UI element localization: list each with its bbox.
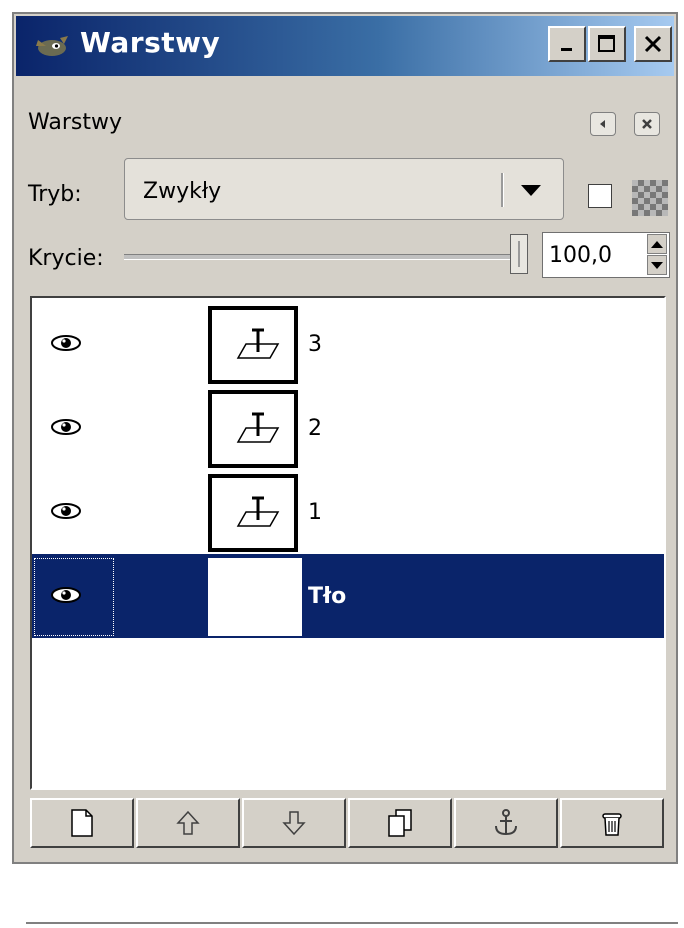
minimize-icon <box>561 48 572 51</box>
layer-row-selected[interactable]: Tło <box>32 554 664 638</box>
duplicate-icon <box>388 809 412 837</box>
mode-value: Zwykły <box>143 179 222 204</box>
gimp-wilber-icon <box>36 36 68 56</box>
maximize-icon <box>598 35 615 52</box>
duplicate-layer-button[interactable] <box>348 798 452 848</box>
new-layer-icon <box>71 809 93 837</box>
spin-up-button[interactable] <box>647 234 667 254</box>
layer-thumbnail[interactable] <box>208 390 298 468</box>
raise-layer-button[interactable] <box>136 798 240 848</box>
layers-dock: Warstwy Tryb: Zwykły Krycie: 100,0 3 2 1… <box>20 86 678 924</box>
text-layer-icon <box>236 412 280 443</box>
close-button[interactable] <box>634 26 672 62</box>
lower-layer-button[interactable] <box>242 798 346 848</box>
spin-down-button[interactable] <box>647 255 667 275</box>
arrow-down-icon <box>282 811 306 836</box>
layer-name[interactable]: 3 <box>308 332 322 357</box>
layer-row[interactable]: 2 <box>32 386 664 470</box>
opacity-spinbox[interactable]: 100,0 <box>542 232 670 278</box>
tab-menu-icon <box>600 120 605 128</box>
eye-icon[interactable] <box>50 500 82 522</box>
tab-menu-button[interactable] <box>590 112 616 136</box>
eye-icon[interactable] <box>50 416 82 438</box>
eye-icon[interactable] <box>50 584 82 606</box>
text-layer-icon <box>236 328 280 359</box>
layer-row[interactable]: 3 <box>32 302 664 386</box>
layer-name[interactable]: 2 <box>308 416 322 441</box>
new-layer-button[interactable] <box>30 798 134 848</box>
anchor-icon <box>495 809 517 836</box>
chevron-down-icon <box>521 185 541 196</box>
maximize-button[interactable] <box>588 26 626 62</box>
layer-thumbnail[interactable] <box>208 474 298 552</box>
layer-name[interactable]: Tło <box>308 584 346 609</box>
layers-list[interactable]: 3 2 1 Tło <box>30 296 666 790</box>
arrow-up-icon <box>651 240 663 248</box>
layer-toolbar <box>30 798 666 848</box>
text-layer-icon <box>236 496 280 527</box>
anchor-layer-button[interactable] <box>454 798 558 848</box>
dropdown-separator <box>501 173 504 207</box>
opacity-label: Krycie: <box>28 246 104 271</box>
close-tab-icon <box>642 119 652 129</box>
opacity-slider-track[interactable] <box>124 254 522 260</box>
dock-title: Warstwy <box>28 110 122 135</box>
arrow-down-icon <box>651 261 663 269</box>
close-icon <box>644 35 662 53</box>
minimize-button[interactable] <box>548 26 586 62</box>
opacity-value: 100,0 <box>549 243 612 268</box>
trash-icon <box>602 813 622 836</box>
arrow-up-icon <box>176 810 200 835</box>
mode-dropdown[interactable]: Zwykły <box>124 158 564 220</box>
layer-name[interactable]: 1 <box>308 500 322 525</box>
layer-row[interactable]: 1 <box>32 470 664 554</box>
delete-layer-button[interactable] <box>560 798 664 848</box>
lock-alpha-checkbox[interactable] <box>588 184 612 208</box>
mode-label: Tryb: <box>28 182 82 207</box>
title-bar[interactable]: Warstwy <box>16 16 674 76</box>
transparency-checker-icon <box>632 180 668 216</box>
close-tab-button[interactable] <box>634 112 660 136</box>
window-title: Warstwy <box>80 26 221 59</box>
status-divider <box>26 922 678 928</box>
opacity-slider-handle[interactable] <box>510 234 528 274</box>
layer-thumbnail[interactable] <box>208 306 298 384</box>
eye-icon[interactable] <box>50 332 82 354</box>
layer-thumbnail[interactable] <box>208 558 302 636</box>
layers-window: Warstwy Warstwy Tryb: Zwykły Krycie: 100… <box>12 12 678 924</box>
